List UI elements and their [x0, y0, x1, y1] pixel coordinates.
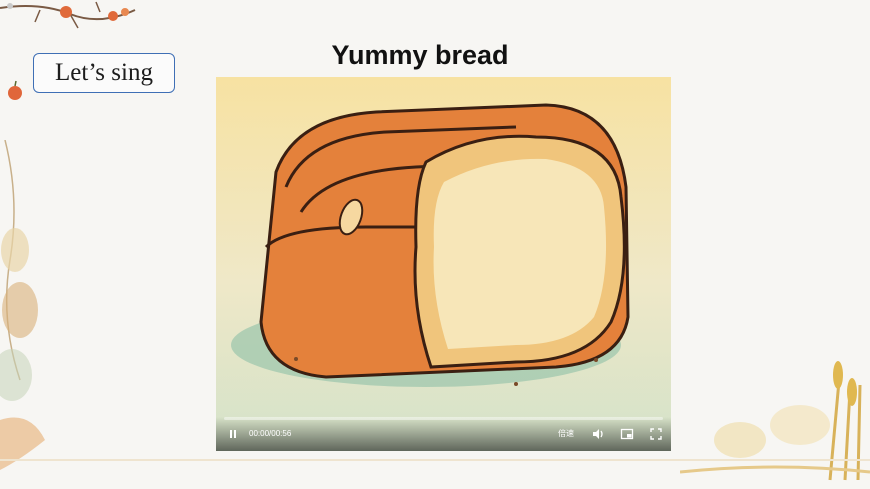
- video-controls: 00:00/00:56 倍速: [216, 417, 671, 451]
- bottom-divider: [0, 459, 870, 461]
- bread-illustration: [216, 77, 671, 451]
- volume-icon[interactable]: [591, 427, 605, 441]
- pause-icon[interactable]: [226, 427, 240, 441]
- progress-bar[interactable]: [224, 417, 663, 420]
- slide: Let’s sing Yummy bread 00:00/00:56 倍速: [0, 0, 870, 489]
- picture-in-picture-icon[interactable]: [620, 427, 634, 441]
- fullscreen-icon[interactable]: [649, 427, 663, 441]
- playback-speed-button[interactable]: 倍速: [558, 427, 574, 441]
- slide-title-text: Yummy bread: [331, 40, 509, 70]
- time-display: 00:00/00:56: [249, 429, 292, 438]
- left-floral-decoration: [0, 140, 45, 470]
- slide-title: Yummy bread: [0, 40, 840, 71]
- fruit-decoration: [8, 80, 22, 100]
- video-player[interactable]: 00:00/00:56 倍速: [216, 77, 671, 451]
- right-floral-decoration: [680, 361, 870, 481]
